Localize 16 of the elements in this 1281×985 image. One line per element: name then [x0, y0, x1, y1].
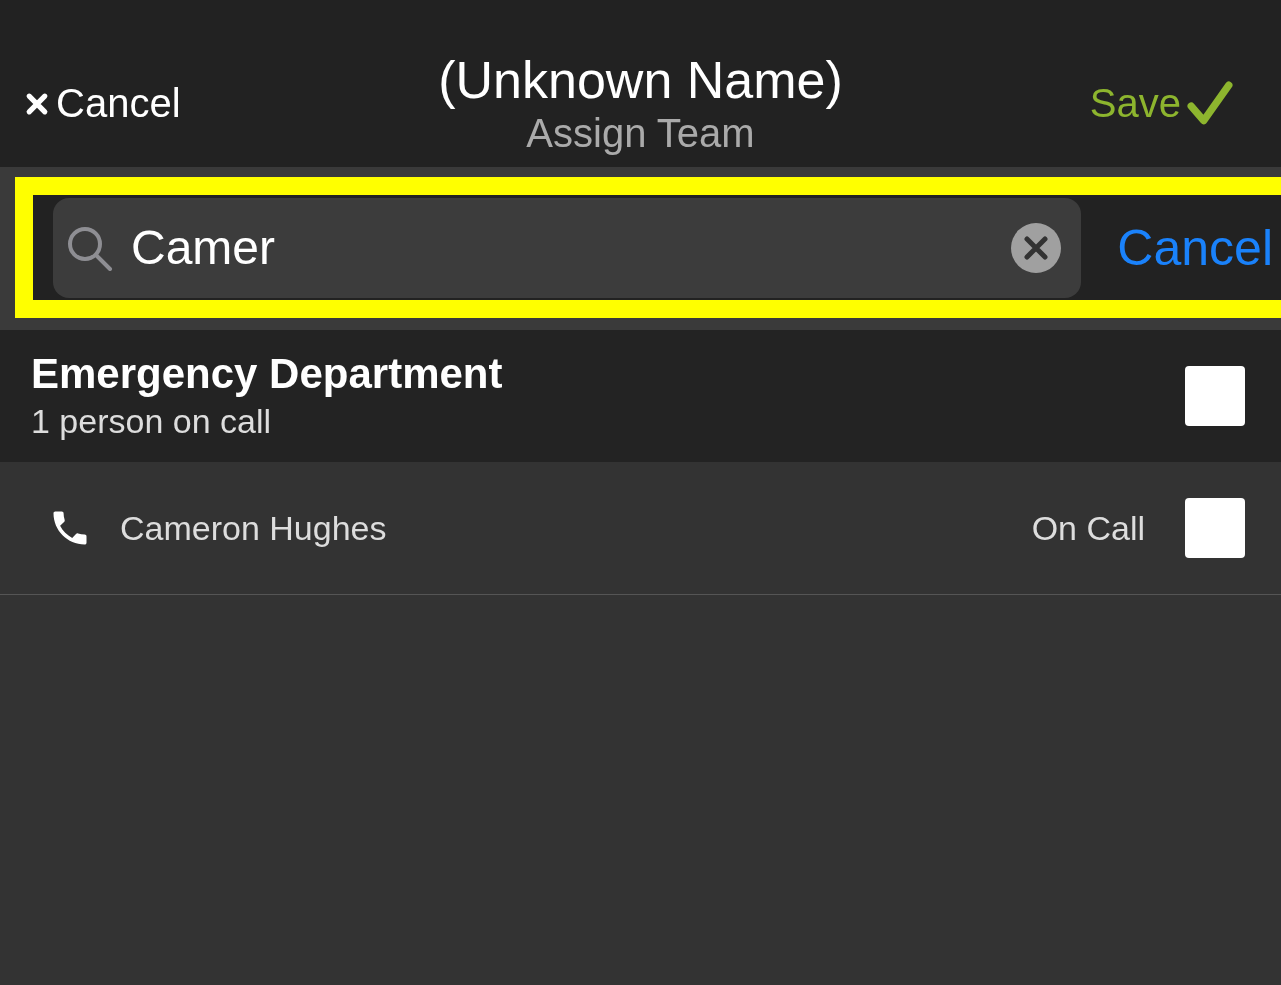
checkbox[interactable] [1185, 366, 1245, 426]
search-field[interactable]: Camer [53, 197, 1082, 298]
search-text: Camer [131, 220, 277, 275]
member-name: Cameron Hughes [120, 508, 388, 548]
clear-icon[interactable] [1011, 222, 1062, 273]
checkbox[interactable] [1185, 498, 1245, 558]
search-cancel-button[interactable]: Cancel [1081, 218, 1281, 277]
window-subtitle: Assign Team [526, 110, 755, 156]
window-title: (Unknown Name) [438, 50, 843, 110]
cancel-button[interactable]: Cancel [24, 81, 181, 126]
team-summary: 1 person on call [31, 401, 273, 442]
save-button[interactable]: Save [1089, 80, 1233, 127]
team-name: Emergency Department [31, 349, 504, 399]
member-status: On Call [1031, 508, 1145, 548]
checkmark-icon [1187, 80, 1233, 127]
team-row[interactable]: Emergency Department 1 person on call [0, 330, 1281, 462]
